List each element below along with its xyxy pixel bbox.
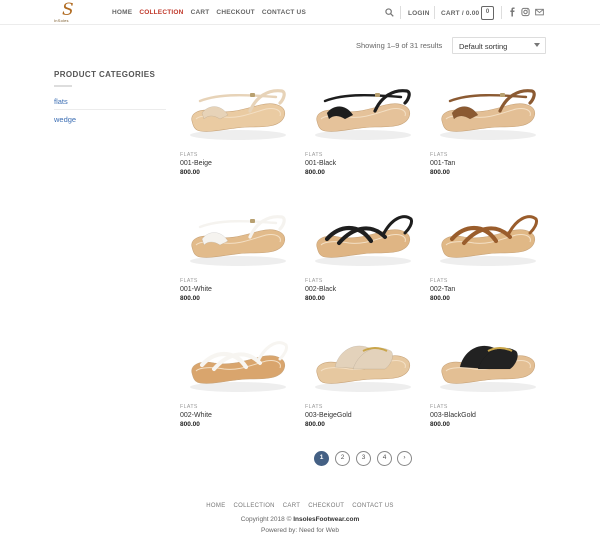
- copyright-text: Copyright 2018 ©: [240, 516, 292, 523]
- product-category[interactable]: FLATS: [430, 404, 448, 410]
- footer-link-checkout[interactable]: CHECKOUT: [308, 503, 344, 509]
- header-divider: [501, 6, 502, 19]
- product-price: 800.00: [305, 295, 325, 302]
- sidebar-item-flats[interactable]: flats: [54, 97, 68, 106]
- sidebar-item-wedge[interactable]: wedge: [54, 115, 76, 124]
- product-card[interactable]: FLATS 003-BlackGold 800.00: [430, 327, 545, 447]
- header-divider: [400, 6, 401, 19]
- product-card[interactable]: FLATS 001-Black 800.00: [305, 75, 420, 195]
- email-icon[interactable]: [535, 7, 544, 17]
- product-card[interactable]: FLATS 003-BeigeGold 800.00: [305, 327, 420, 447]
- footer-link-collection[interactable]: COLLECTION: [233, 503, 274, 509]
- nav-cart[interactable]: CART: [191, 9, 210, 16]
- page-3-button[interactable]: 3: [356, 451, 371, 466]
- cart-link[interactable]: CART / 0.00: [441, 10, 479, 17]
- product-image[interactable]: [305, 327, 420, 399]
- product-image[interactable]: [430, 201, 545, 273]
- product-image[interactable]: [305, 75, 420, 147]
- product-name[interactable]: 003-BeigeGold: [305, 412, 352, 419]
- logo-text: InSoles: [54, 18, 69, 23]
- footer-nav: HOME COLLECTION CART CHECKOUT CONTACT US: [0, 503, 600, 509]
- product-name[interactable]: 001-Beige: [180, 160, 212, 167]
- logo-mark: S: [62, 0, 74, 20]
- copyright: Copyright 2018 © InsolesFootwear.com: [0, 516, 600, 523]
- page-1-button[interactable]: 1: [314, 451, 329, 466]
- chevron-down-icon: [534, 43, 540, 47]
- product-price: 800.00: [305, 421, 325, 428]
- product-card[interactable]: FLATS 002-White 800.00: [180, 327, 295, 447]
- product-price: 800.00: [430, 169, 450, 176]
- product-category[interactable]: FLATS: [305, 404, 323, 410]
- product-image[interactable]: [430, 75, 545, 147]
- product-price: 800.00: [180, 169, 200, 176]
- product-category[interactable]: FLATS: [305, 278, 323, 284]
- sidebar-divider: [54, 109, 166, 110]
- product-price: 800.00: [430, 421, 450, 428]
- nav-collection[interactable]: COLLECTION: [139, 9, 183, 16]
- powered-by: Powered by: Need for Web: [261, 527, 339, 534]
- main-nav: HOME COLLECTION CART CHECKOUT CONTACT US: [112, 9, 313, 16]
- facebook-icon[interactable]: [508, 7, 517, 17]
- product-image[interactable]: [180, 75, 295, 147]
- sort-select-value: Default sorting: [459, 42, 508, 51]
- cart-count-badge[interactable]: 0: [481, 6, 494, 20]
- product-card[interactable]: FLATS 001-Beige 800.00: [180, 75, 295, 195]
- product-image[interactable]: [305, 201, 420, 273]
- product-name[interactable]: 002-White: [180, 412, 212, 419]
- nav-checkout[interactable]: CHECKOUT: [216, 9, 254, 16]
- sidebar-title-underline: [54, 85, 72, 87]
- page-4-button[interactable]: 4: [377, 451, 392, 466]
- product-name[interactable]: 003-BlackGold: [430, 412, 476, 419]
- footer-link-cart[interactable]: CART: [283, 503, 300, 509]
- product-price: 800.00: [430, 295, 450, 302]
- product-image[interactable]: [430, 327, 545, 399]
- product-name[interactable]: 002-Black: [305, 286, 336, 293]
- copyright-site-link[interactable]: InsolesFootwear.com: [293, 516, 359, 523]
- product-category[interactable]: FLATS: [180, 152, 198, 158]
- search-icon[interactable]: [385, 8, 394, 17]
- product-category[interactable]: FLATS: [430, 278, 448, 284]
- product-category[interactable]: FLATS: [180, 278, 198, 284]
- instagram-icon[interactable]: [521, 7, 530, 17]
- product-card[interactable]: FLATS 002-Black 800.00: [305, 201, 420, 321]
- product-card[interactable]: FLATS 001-White 800.00: [180, 201, 295, 321]
- footer-link-home[interactable]: HOME: [206, 503, 225, 509]
- page-2-button[interactable]: 2: [335, 451, 350, 466]
- product-name[interactable]: 001-Black: [305, 160, 336, 167]
- product-name[interactable]: 002-Tan: [430, 286, 455, 293]
- login-link[interactable]: LOGIN: [408, 10, 430, 17]
- product-card[interactable]: FLATS 002-Tan 800.00: [430, 201, 545, 321]
- next-page-button[interactable]: ›: [397, 451, 412, 466]
- header-divider: [434, 6, 435, 19]
- product-price: 800.00: [305, 169, 325, 176]
- footer-link-contact-us[interactable]: CONTACT US: [352, 503, 393, 509]
- product-name[interactable]: 001-Tan: [430, 160, 455, 167]
- product-category[interactable]: FLATS: [180, 404, 198, 410]
- product-image[interactable]: [180, 327, 295, 399]
- sidebar-title: PRODUCT CATEGORIES: [54, 70, 156, 79]
- nav-contact-us[interactable]: CONTACT US: [262, 9, 306, 16]
- site-logo[interactable]: S InSoles: [54, 1, 78, 25]
- product-card[interactable]: FLATS 001-Tan 800.00: [430, 75, 545, 195]
- product-category[interactable]: FLATS: [430, 152, 448, 158]
- product-price: 800.00: [180, 421, 200, 428]
- product-image[interactable]: [180, 201, 295, 273]
- sort-select[interactable]: Default sorting: [452, 37, 546, 54]
- product-category[interactable]: FLATS: [305, 152, 323, 158]
- results-count: Showing 1–9 of 31 results: [356, 41, 443, 50]
- nav-home[interactable]: HOME: [112, 9, 132, 16]
- product-price: 800.00: [180, 295, 200, 302]
- product-name[interactable]: 001-White: [180, 286, 212, 293]
- site-header: S InSoles HOME COLLECTION CART CHECKOUT …: [0, 0, 600, 25]
